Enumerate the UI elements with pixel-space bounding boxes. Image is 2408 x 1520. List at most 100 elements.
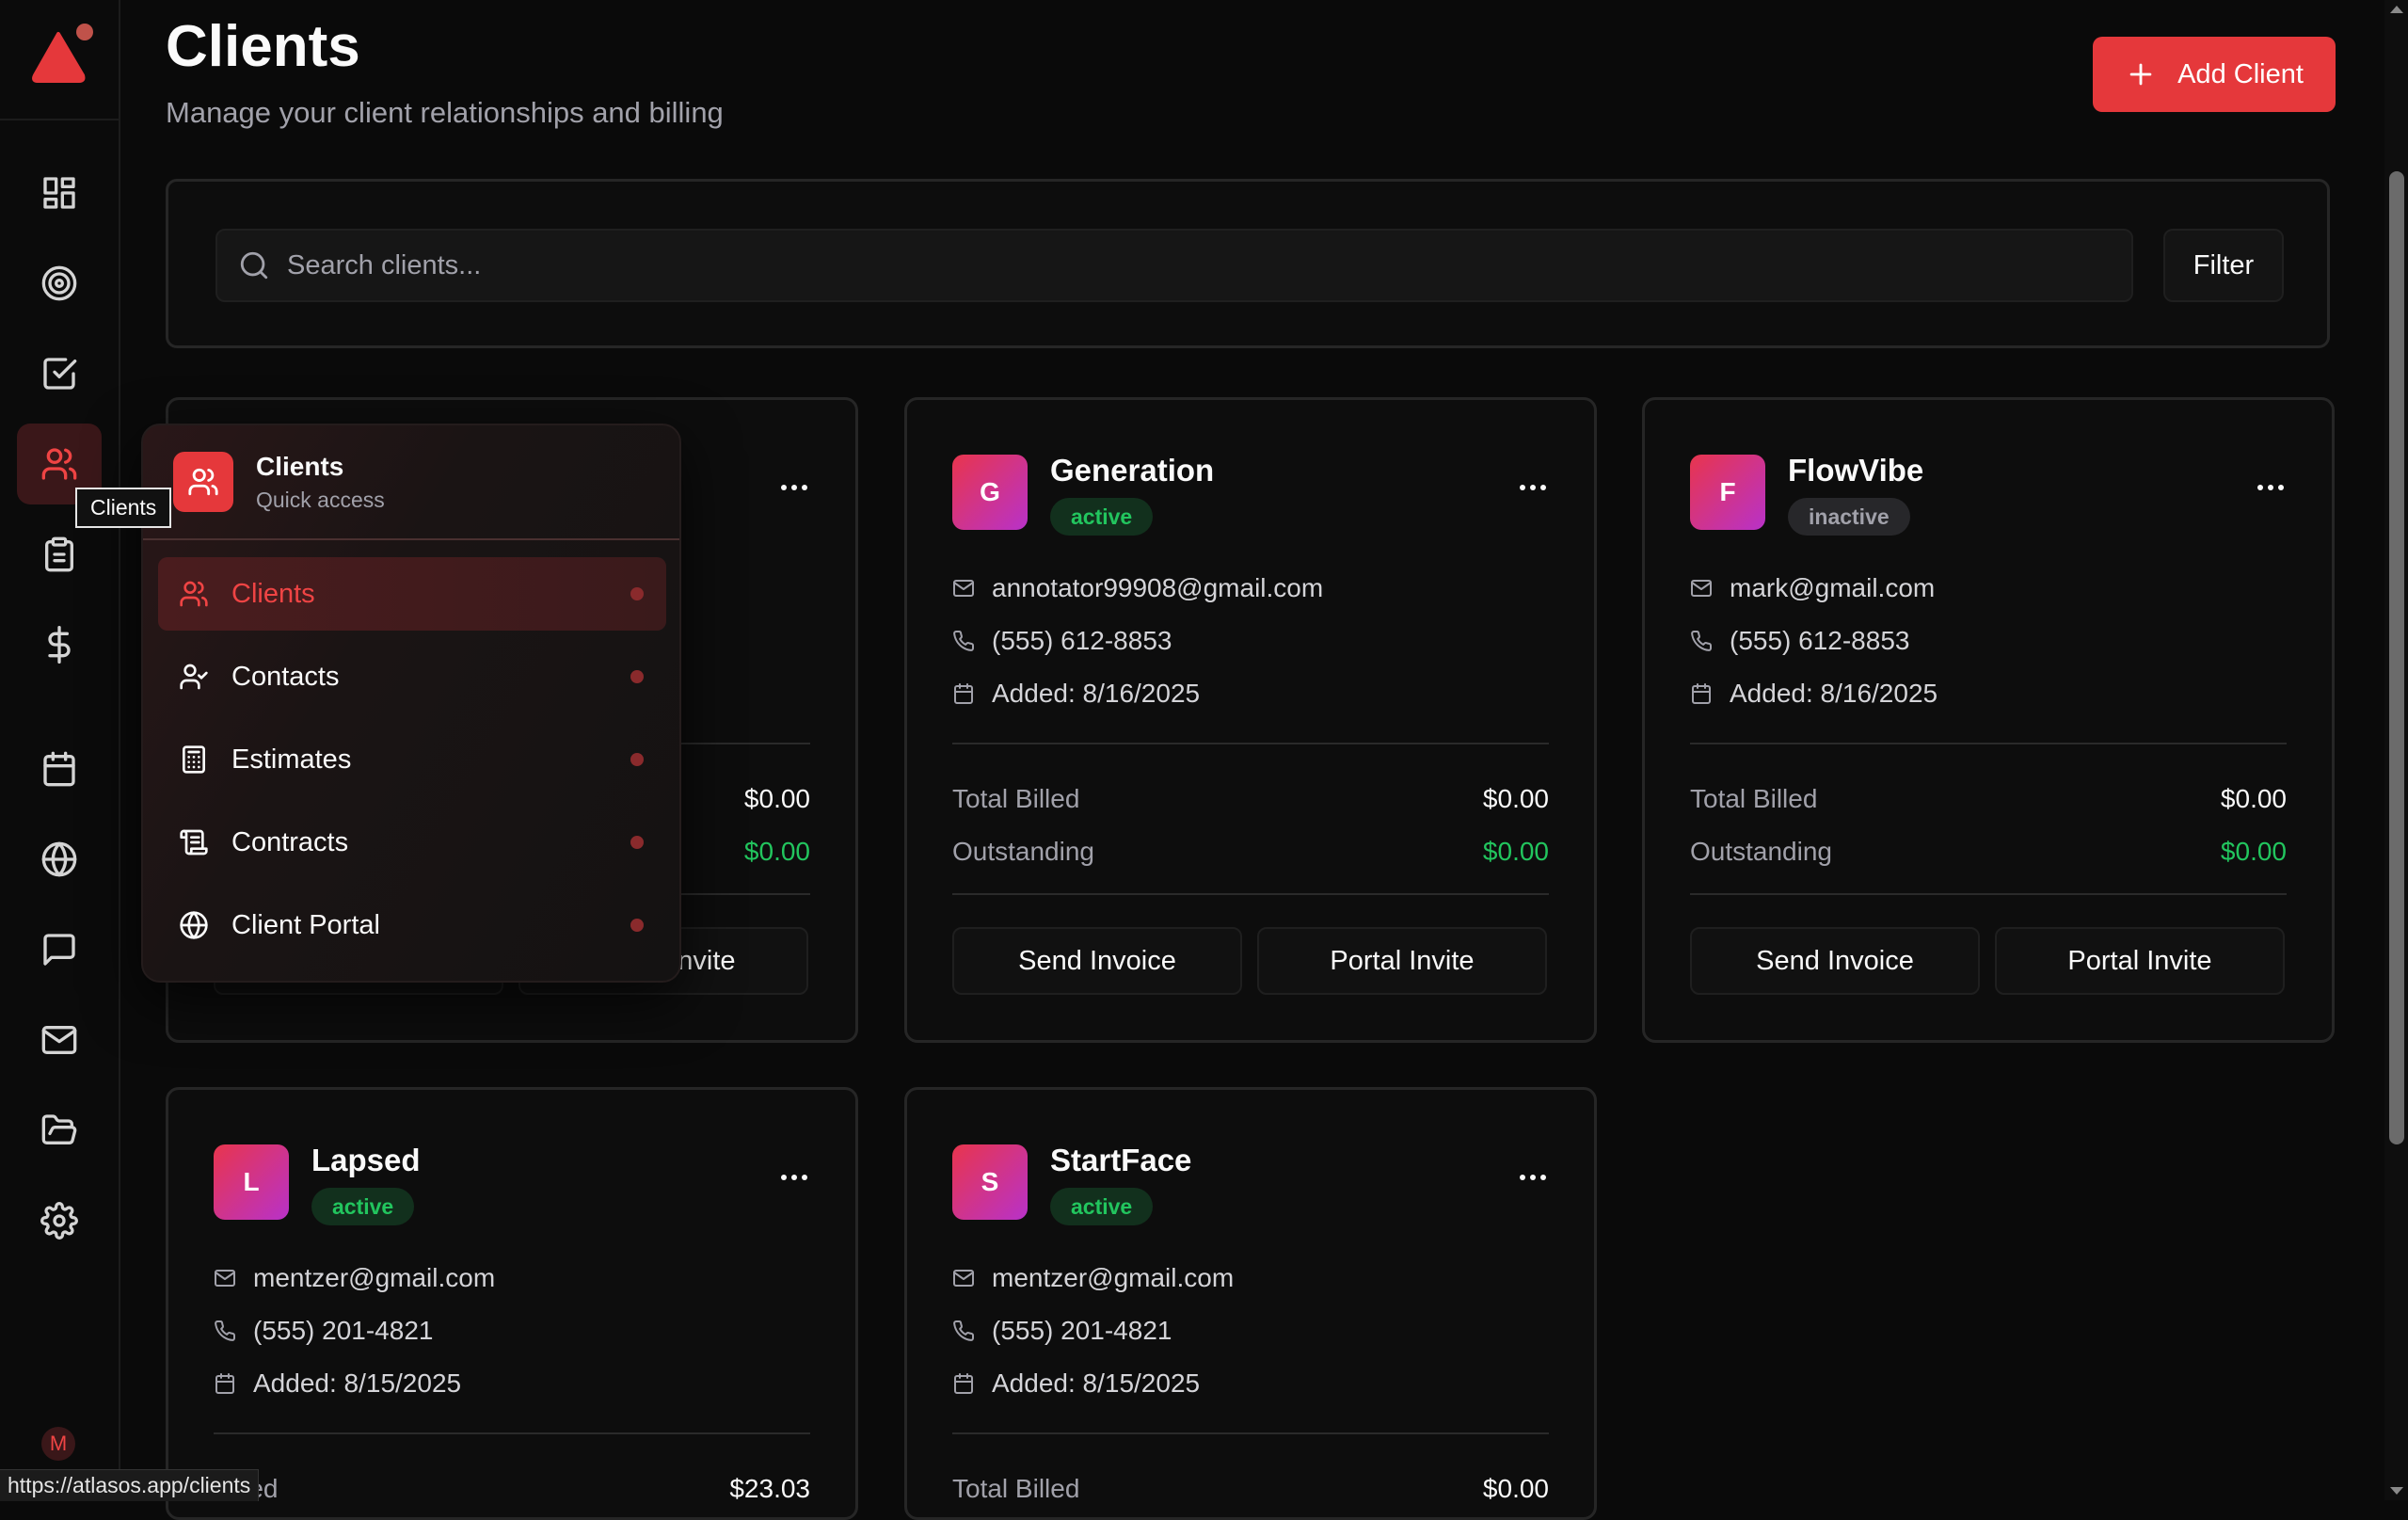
- total-billed-row: Total Billed $0.00: [952, 1474, 1549, 1504]
- calendar-icon: [954, 1373, 973, 1394]
- popover-item-client-portal[interactable]: Client Portal: [158, 888, 666, 962]
- more-options-icon[interactable]: [1517, 473, 1549, 502]
- more-options-icon[interactable]: [778, 1163, 810, 1192]
- card-divider: [952, 893, 1549, 895]
- client-name[interactable]: StartFace: [1050, 1143, 1191, 1178]
- scrollbar-thumb[interactable]: [2389, 171, 2404, 1144]
- client-phone-text: (555) 612-8853: [1730, 626, 1910, 655]
- more-options-icon[interactable]: [2255, 473, 2287, 502]
- filter-button[interactable]: Filter: [2163, 229, 2284, 302]
- dashboard-icon: [43, 177, 75, 209]
- plus-icon: [2129, 63, 2152, 86]
- clipboard-icon: [45, 536, 74, 572]
- client-phone-text: (555) 612-8853: [992, 626, 1172, 655]
- scroll-icon: [180, 829, 208, 856]
- calendar-icon: [954, 683, 973, 704]
- outstanding-label: Outstanding: [1690, 837, 1832, 866]
- send-invoice-button[interactable]: Send Invoice: [1690, 927, 1980, 995]
- client-added: Added: 8/16/2025: [952, 679, 1200, 709]
- total-billed-row: Total Billed $0.00: [1690, 784, 2287, 814]
- client-email-text: mark@gmail.com: [1730, 573, 1936, 602]
- client-email: mentzer@gmail.com: [214, 1263, 495, 1293]
- popover-item-contracts[interactable]: Contracts: [158, 806, 666, 879]
- sidebar-item-dashboard[interactable]: [17, 152, 102, 233]
- user-avatar[interactable]: M: [41, 1427, 75, 1461]
- outstanding-value: $0.00: [743, 837, 810, 866]
- more-options-icon[interactable]: [778, 473, 810, 502]
- client-email-text: mentzer@gmail.com: [992, 1263, 1235, 1292]
- sidebar-item-goals[interactable]: [17, 243, 102, 324]
- card-divider: [952, 1432, 1549, 1434]
- folder-icon: [41, 1114, 77, 1144]
- page-title: Clients: [166, 14, 360, 79]
- sidebar: M: [0, 0, 120, 1500]
- phone-icon: [953, 631, 975, 651]
- logo-divider: [0, 119, 119, 120]
- sidebar-item-finance[interactable]: [17, 604, 102, 685]
- client-added: Added: 8/15/2025: [952, 1368, 1200, 1399]
- total-billed-value: $0.00: [2220, 784, 2287, 813]
- client-email-text: annotator99908@gmail.com: [992, 573, 1324, 602]
- client-name[interactable]: Lapsed: [311, 1143, 421, 1178]
- calendar-icon: [43, 751, 75, 787]
- portal-invite-button[interactable]: Portal Invite: [1995, 927, 2285, 995]
- mail-icon: [215, 1270, 235, 1287]
- status-badge: inactive: [1788, 498, 1910, 536]
- popover-item-label: Estimates: [231, 744, 352, 775]
- sidebar-item-messages[interactable]: [17, 909, 102, 990]
- scroll-up-arrow[interactable]: [2390, 6, 2403, 13]
- outstanding-row: Outstanding $0.00: [952, 837, 1549, 867]
- sidebar-item-calendar[interactable]: [17, 728, 102, 809]
- mail-icon: [41, 1026, 77, 1054]
- sidebar-item-settings[interactable]: [17, 1180, 102, 1261]
- app-logo[interactable]: [30, 19, 96, 87]
- indicator-dot: [630, 670, 644, 683]
- phone-icon: [1691, 631, 1713, 651]
- send-invoice-button[interactable]: Send Invoice: [952, 927, 1242, 995]
- sidebar-item-web[interactable]: [17, 819, 102, 900]
- phone-icon: [953, 1320, 975, 1341]
- total-billed-value: $23.03: [729, 1474, 810, 1503]
- client-added-text: Added: 8/15/2025: [992, 1368, 1201, 1398]
- portal-invite-button[interactable]: Portal Invite: [1257, 927, 1547, 995]
- client-card: F FlowVibe inactive mark@gmail.com (555)…: [1642, 397, 2335, 1043]
- indicator-dot: [630, 836, 644, 849]
- status-bar-url: https://atlasos.app/clients: [0, 1469, 260, 1501]
- client-added-text: Added: 8/15/2025: [253, 1368, 462, 1398]
- total-billed-row: Billed $23.03: [214, 1474, 810, 1504]
- scrollbar[interactable]: [2384, 0, 2408, 1500]
- scroll-down-arrow[interactable]: [2390, 1487, 2403, 1495]
- sidebar-item-files[interactable]: [17, 1090, 102, 1171]
- phone-icon: [215, 1320, 236, 1341]
- user-check-icon: [180, 664, 208, 690]
- client-email: mark@gmail.com: [1690, 573, 1935, 603]
- popover-item-contacts[interactable]: Contacts: [158, 640, 666, 713]
- client-added: Added: 8/16/2025: [1690, 679, 1938, 709]
- search-input[interactable]: Search clients...: [215, 229, 2133, 302]
- indicator-dot: [630, 919, 644, 932]
- card-divider: [1690, 893, 2287, 895]
- client-name[interactable]: Generation: [1050, 453, 1214, 488]
- popover-divider: [143, 538, 679, 540]
- popover-item-estimates[interactable]: Estimates: [158, 723, 666, 796]
- client-name[interactable]: FlowVibe: [1788, 453, 1923, 488]
- calendar-icon: [215, 1373, 234, 1394]
- card-divider: [1690, 743, 2287, 744]
- more-options-icon[interactable]: [1517, 1163, 1549, 1192]
- add-client-button[interactable]: Add Client: [2093, 37, 2336, 112]
- card-divider: [952, 743, 1549, 744]
- calculator-icon: [183, 745, 205, 774]
- sidebar-item-mail[interactable]: [17, 1000, 102, 1080]
- client-email-text: mentzer@gmail.com: [253, 1263, 496, 1292]
- sidebar-item-tasks[interactable]: [17, 333, 102, 414]
- popover-item-label: Contracts: [231, 826, 349, 857]
- popover-item-clients[interactable]: Clients: [158, 557, 666, 631]
- globe-icon: [41, 841, 77, 877]
- client-phone-text: (555) 201-4821: [992, 1316, 1172, 1345]
- outstanding-value: $0.00: [2220, 837, 2287, 866]
- total-billed-label: Total Billed: [1690, 784, 1818, 813]
- client-avatar: F: [1690, 455, 1765, 530]
- search-placeholder: Search clients...: [287, 249, 482, 280]
- target-icon: [41, 265, 77, 301]
- message-icon: [43, 934, 75, 966]
